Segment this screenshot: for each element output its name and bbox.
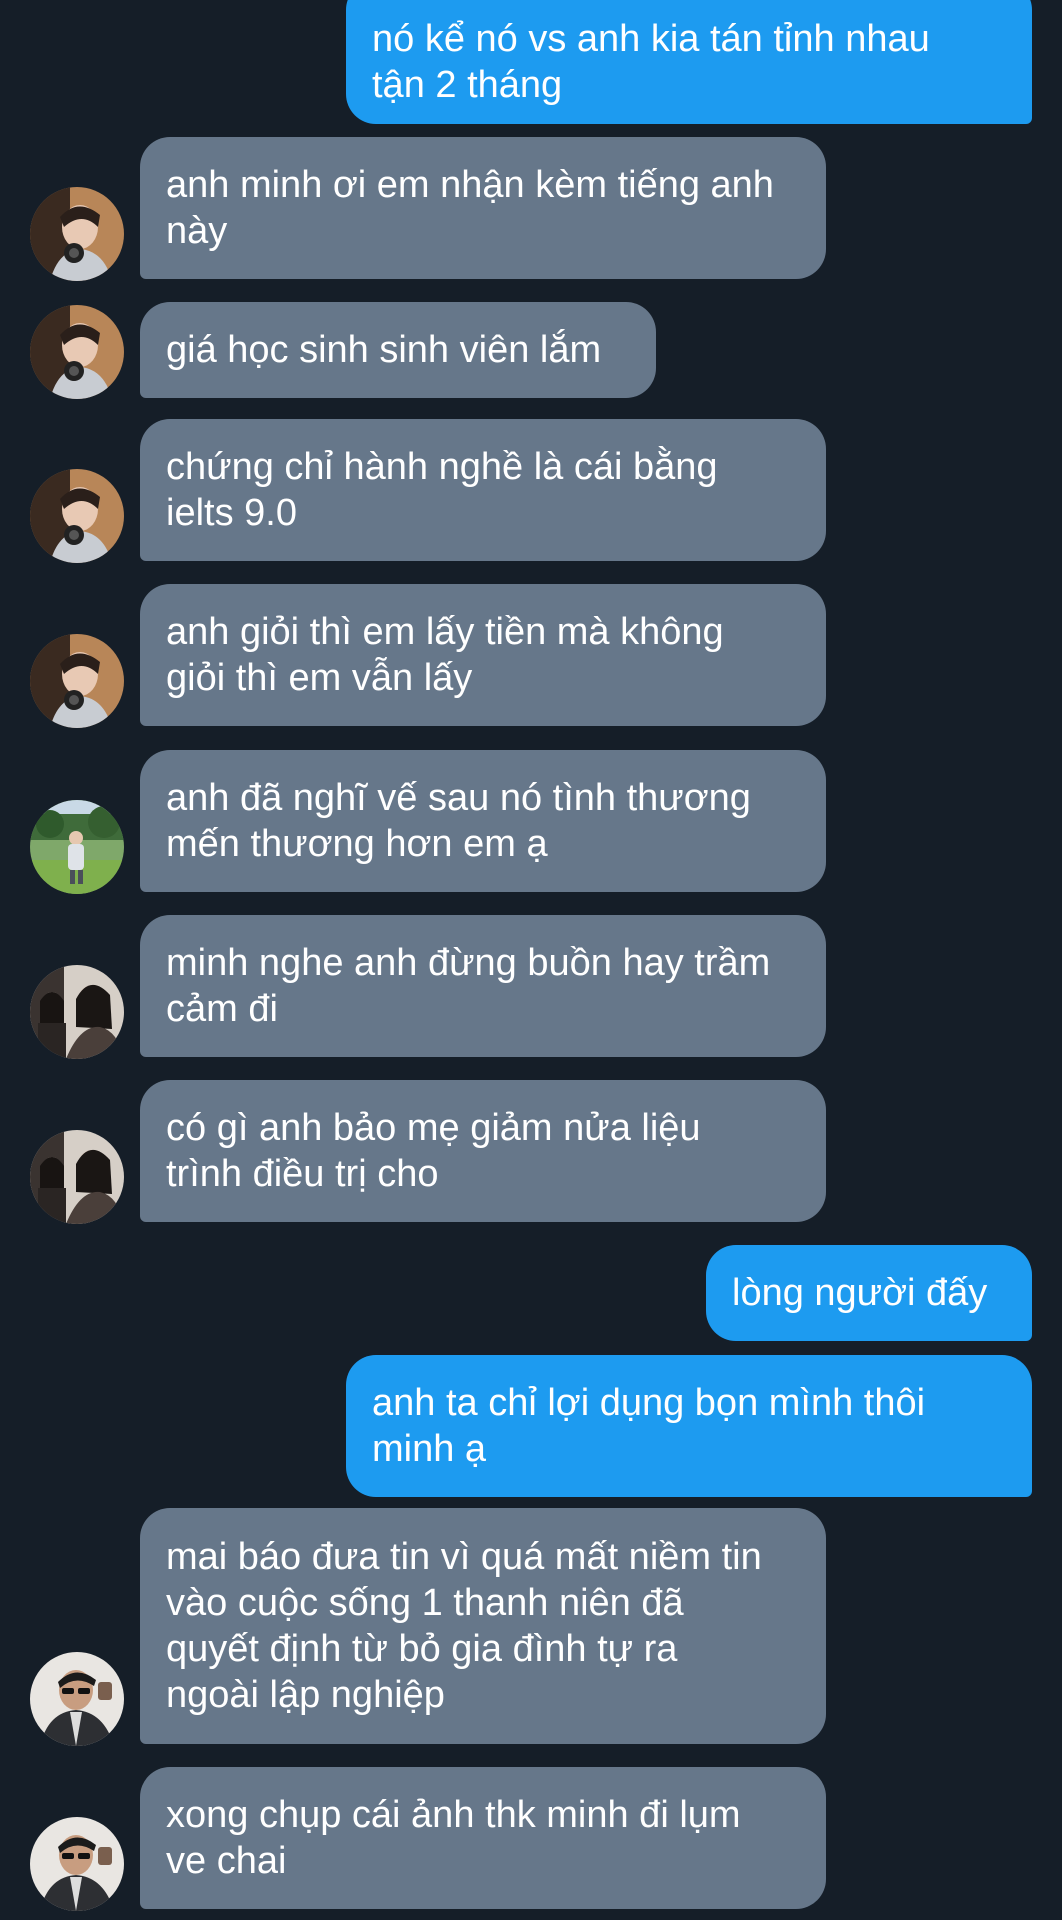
avatar[interactable] (30, 634, 124, 728)
avatar[interactable] (30, 305, 124, 399)
chat-thread: nó kể nó vs anh kia tán tỉnh nhau tận 2 … (0, 0, 1062, 1920)
avatar[interactable] (30, 800, 124, 894)
avatar[interactable] (30, 187, 124, 281)
avatar[interactable] (30, 469, 124, 563)
message-bubble-incoming[interactable]: minh nghe anh đừng buồn hay trầm cảm đi (140, 915, 826, 1057)
message-bubble-outgoing[interactable]: anh ta chỉ lợi dụng bọn mình thôi minh ạ (346, 1355, 1032, 1497)
message-bubble-outgoing[interactable]: lòng người đấy (706, 1245, 1032, 1341)
avatar-image (30, 1817, 124, 1911)
avatar-image (30, 469, 124, 563)
avatar[interactable] (30, 1130, 124, 1224)
message-text: anh đã nghĩ vế sau nó tình thương mến th… (166, 777, 751, 865)
message-bubble-incoming[interactable]: anh giỏi thì em lấy tiền mà không giỏi t… (140, 584, 826, 726)
message-text: nó kể nó vs anh kia tán tỉnh nhau tận 2 … (372, 18, 930, 106)
avatar-image (30, 965, 124, 1059)
message-bubble-incoming[interactable]: chứng chỉ hành nghề là cái bằng ielts 9.… (140, 419, 826, 561)
avatar[interactable] (30, 1817, 124, 1911)
avatar-image (30, 1130, 124, 1224)
avatar-image (30, 305, 124, 399)
avatar[interactable] (30, 965, 124, 1059)
message-bubble-incoming[interactable]: có gì anh bảo mẹ giảm nửa liệu trình điề… (140, 1080, 826, 1222)
message-bubble-incoming[interactable]: mai báo đưa tin vì quá mất niềm tin vào … (140, 1508, 826, 1744)
message-bubble-incoming[interactable]: anh minh ơi em nhận kèm tiếng anh này (140, 137, 826, 279)
message-text: anh giỏi thì em lấy tiền mà không giỏi t… (166, 611, 724, 699)
avatar-image (30, 800, 124, 894)
avatar[interactable] (30, 1652, 124, 1746)
message-text: mai báo đưa tin vì quá mất niềm tin vào … (166, 1536, 762, 1716)
message-bubble-outgoing[interactable]: nó kể nó vs anh kia tán tỉnh nhau tận 2 … (346, 0, 1032, 124)
avatar-image (30, 1652, 124, 1746)
message-text: anh minh ơi em nhận kèm tiếng anh này (166, 164, 774, 252)
message-text: giá học sinh sinh viên lắm (166, 329, 602, 371)
message-text: lòng người đấy (732, 1272, 988, 1314)
message-bubble-incoming[interactable]: anh đã nghĩ vế sau nó tình thương mến th… (140, 750, 826, 892)
message-text: có gì anh bảo mẹ giảm nửa liệu trình điề… (166, 1107, 701, 1195)
message-text: xong chụp cái ảnh thk minh đi lụm ve cha… (166, 1794, 741, 1882)
message-text: minh nghe anh đừng buồn hay trầm cảm đi (166, 942, 771, 1030)
message-text: anh ta chỉ lợi dụng bọn mình thôi minh ạ (372, 1382, 926, 1470)
message-bubble-incoming[interactable]: giá học sinh sinh viên lắm (140, 302, 656, 398)
avatar-image (30, 187, 124, 281)
message-text: chứng chỉ hành nghề là cái bằng ielts 9.… (166, 446, 718, 534)
message-bubble-incoming[interactable]: xong chụp cái ảnh thk minh đi lụm ve cha… (140, 1767, 826, 1909)
avatar-image (30, 634, 124, 728)
